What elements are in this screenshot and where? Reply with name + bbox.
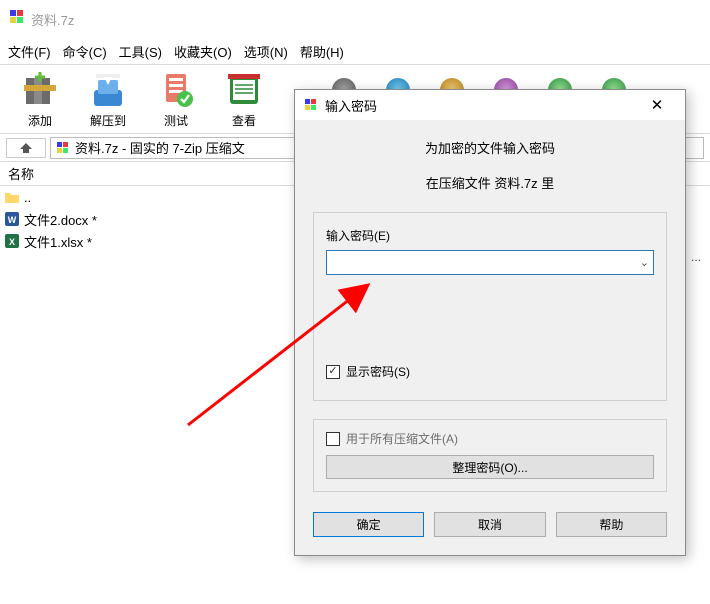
password-group: 输入密码(E) ⌄ 显示密码(S) xyxy=(313,212,667,401)
cancel-button[interactable]: 取消 xyxy=(434,512,545,537)
ok-button[interactable]: 确定 xyxy=(313,512,424,537)
toolbar-add-label: 添加 xyxy=(28,112,52,129)
checkbox-icon xyxy=(326,432,340,446)
svg-text:W: W xyxy=(8,215,17,225)
menu-options[interactable]: 选项(N) xyxy=(244,42,288,61)
window-title: 资料.7z xyxy=(31,10,74,29)
dialog-title: 输入密码 xyxy=(325,96,637,115)
list-item-name: .. xyxy=(24,190,31,205)
password-input[interactable]: ⌄ xyxy=(326,250,654,275)
show-password-checkbox[interactable]: 显示密码(S) xyxy=(326,363,654,380)
xlsx-icon: X xyxy=(4,233,20,249)
dialog-titlebar: 输入密码 ✕ xyxy=(295,90,685,120)
archive-icon xyxy=(303,97,319,113)
toolbar-view[interactable]: 查看 xyxy=(224,70,264,129)
test-icon xyxy=(156,70,196,110)
password-label: 输入密码(E) xyxy=(326,227,654,244)
view-icon xyxy=(224,70,264,110)
add-icon xyxy=(20,70,60,110)
archive-icon xyxy=(55,140,71,156)
list-item-name: 文件2.docx * xyxy=(24,210,97,229)
dropdown-icon: ⌄ xyxy=(640,256,649,269)
extract-icon xyxy=(88,70,128,110)
close-icon: ✕ xyxy=(651,96,664,114)
menu-command[interactable]: 命令(C) xyxy=(63,42,107,61)
path-text: 资料.7z - 固实的 7-Zip 压缩文 xyxy=(75,138,245,157)
show-password-label: 显示密码(S) xyxy=(346,363,410,380)
more-button[interactable]: ... xyxy=(687,250,705,268)
apply-all-checkbox[interactable]: 用于所有压缩文件(A) xyxy=(326,430,654,447)
toolbar-test[interactable]: 测试 xyxy=(156,70,196,129)
menu-tools[interactable]: 工具(S) xyxy=(119,42,162,61)
docx-icon: W xyxy=(4,211,20,227)
app-icon xyxy=(8,9,25,29)
menu-file[interactable]: 文件(F) xyxy=(8,42,51,61)
apply-all-label: 用于所有压缩文件(A) xyxy=(346,430,458,447)
menu-help[interactable]: 帮助(H) xyxy=(300,42,344,61)
up-button[interactable] xyxy=(6,138,46,158)
dialog-message-1: 为加密的文件输入密码 xyxy=(313,138,667,157)
svg-text:X: X xyxy=(9,237,15,247)
toolbar-view-label: 查看 xyxy=(232,112,256,129)
help-button[interactable]: 帮助 xyxy=(556,512,667,537)
dialog-close-button[interactable]: ✕ xyxy=(637,91,677,119)
window-titlebar: 资料.7z xyxy=(0,0,710,38)
checkbox-icon xyxy=(326,365,340,379)
dialog-message-2: 在压缩文件 资料.7z 里 xyxy=(313,173,667,192)
manage-passwords-button[interactable]: 整理密码(O)... xyxy=(326,455,654,479)
list-item-name: 文件1.xlsx * xyxy=(24,232,92,251)
toolbar-test-label: 测试 xyxy=(164,112,188,129)
toolbar-extract-label: 解压到 xyxy=(90,112,126,129)
folder-icon xyxy=(4,189,20,205)
menu-favorites[interactable]: 收藏夹(O) xyxy=(174,42,232,61)
password-dialog: 输入密码 ✕ 为加密的文件输入密码 在压缩文件 资料.7z 里 输入密码(E) … xyxy=(294,89,686,556)
apply-all-group: 用于所有压缩文件(A) 整理密码(O)... xyxy=(313,419,667,492)
toolbar-add[interactable]: 添加 xyxy=(20,70,60,129)
up-arrow-icon xyxy=(19,142,33,154)
menu-bar: 文件(F) 命令(C) 工具(S) 收藏夹(O) 选项(N) 帮助(H) xyxy=(0,38,710,64)
toolbar-extract[interactable]: 解压到 xyxy=(88,70,128,129)
